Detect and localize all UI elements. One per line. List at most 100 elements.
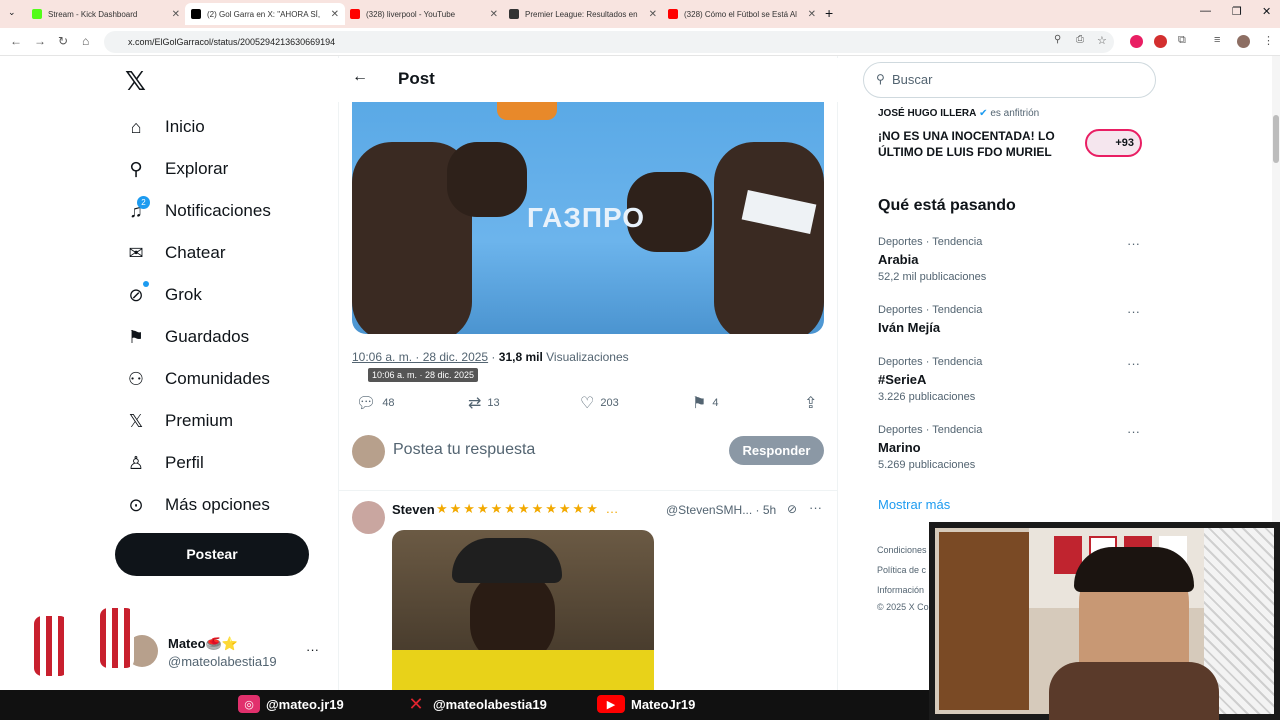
tab-x-post[interactable]: (2) Gol Garra en X: "AHORA SÍ, ✕: [185, 3, 345, 25]
reply-action[interactable]: 💬︎ 48: [356, 393, 395, 413]
sidebar-item-perfil[interactable]: ♙ Perfil: [125, 452, 204, 474]
tab-kick[interactable]: Stream - Kick Dashboard ✕: [26, 3, 186, 25]
restore-icon[interactable]: ❐: [1232, 5, 1242, 18]
minimize-icon[interactable]: —: [1200, 5, 1211, 17]
responder-button[interactable]: Responder: [729, 436, 824, 465]
trend-item[interactable]: Deportes · Tendencia #SerieA 3.226 publi…: [878, 356, 982, 403]
address-bar[interactable]: x.com/ElGolGarracol/status/2005294213630…: [104, 31, 1114, 53]
search-icon: ⚲: [876, 72, 885, 86]
sidebar-item-inicio[interactable]: ⌂ Inicio: [125, 116, 205, 138]
divider: [339, 490, 837, 491]
profile-avatar[interactable]: [1237, 35, 1250, 48]
star-icon[interactable]: ☆: [1097, 34, 1107, 47]
back-icon[interactable]: ←: [10, 34, 22, 48]
puzzle-icon[interactable]: ⧉: [1178, 34, 1186, 47]
close-tab-icon[interactable]: ✕: [490, 9, 498, 20]
trend-more-icon[interactable]: ···: [1127, 304, 1140, 319]
space-host-name: JOSÉ HUGO ILLERA: [878, 108, 977, 119]
opera-icon[interactable]: [1154, 35, 1167, 48]
sponsor-text: ГАЗПРО: [527, 202, 646, 233]
youtube-icon: [350, 9, 360, 19]
close-tab-icon[interactable]: ✕: [331, 9, 339, 20]
reply-input[interactable]: Postea tu respuesta: [393, 441, 535, 459]
reply-more-icon[interactable]: ···: [809, 500, 822, 515]
browser-toolbar: ← → ↻ ⌂ x.com/ElGolGarracol/status/20052…: [0, 28, 1280, 56]
sidebar-item-mas-opciones[interactable]: ⊙ Más opciones: [125, 494, 269, 516]
person-icon: ♙: [127, 452, 145, 473]
close-tab-icon[interactable]: ✕: [649, 9, 657, 20]
grok-reply-icon[interactable]: ⊘: [787, 502, 797, 516]
my-avatar: [352, 435, 385, 468]
sidebar-item-premium[interactable]: 𝕏 Premium: [125, 410, 233, 432]
repost-action[interactable]: ⇄ 13: [468, 393, 500, 413]
close-window-icon[interactable]: ✕: [1262, 5, 1271, 18]
zoom-icon[interactable]: ⚲: [1054, 34, 1061, 45]
post-timestamp[interactable]: 10:06 a. m. · 28 dic. 2025: [352, 350, 488, 364]
home-icon[interactable]: ⌂: [82, 34, 89, 48]
footer-link[interactable]: Información: [877, 585, 924, 595]
tab-youtube-liverpool[interactable]: (328) liverpool - YouTube ✕: [344, 3, 504, 25]
extension-icon[interactable]: [1130, 35, 1143, 48]
account-name[interactable]: Mateo🥌⭐: [168, 636, 238, 652]
trend-more-icon[interactable]: ···: [1127, 424, 1140, 439]
trend-item[interactable]: Deportes · Tendencia Iván Mejía: [878, 304, 982, 335]
like-action[interactable]: ♡ 203: [580, 393, 619, 413]
home-icon: ⌂: [130, 116, 142, 137]
install-icon[interactable]: ⎙: [1076, 34, 1084, 45]
trend-more-icon[interactable]: ···: [1127, 356, 1140, 371]
trend-count: 5.269 publicaciones: [878, 459, 976, 471]
space-host: JOSÉ HUGO ILLERA ✔ es anfitrión: [878, 108, 1039, 119]
search-input[interactable]: Buscar: [863, 62, 1156, 98]
account-more-icon[interactable]: ···: [306, 642, 319, 657]
trend-category: Deportes · Tendencia: [878, 424, 983, 436]
close-tab-icon[interactable]: ✕: [172, 9, 180, 20]
trend-more-icon[interactable]: ···: [1127, 236, 1140, 251]
forward-icon[interactable]: →: [34, 34, 46, 48]
menu-kebab-icon[interactable]: ⋮: [1263, 34, 1274, 47]
mail-icon: ✉: [128, 242, 144, 263]
sidebar-item-chatear[interactable]: ✉ Chatear: [125, 242, 225, 264]
views-count: 31,8 mil: [498, 350, 543, 364]
trend-category: Deportes · Tendencia: [878, 356, 983, 368]
x-logo-icon[interactable]: 𝕏: [125, 66, 146, 97]
youtube-handle: ▶ MateoJr19: [597, 695, 695, 713]
kick-icon: [32, 9, 42, 19]
sidebar-item-grok[interactable]: ⊘ Grok: [125, 284, 201, 306]
search-icon: ⚲: [129, 158, 143, 179]
sidebar-item-explorar[interactable]: ⚲ Explorar: [125, 158, 228, 180]
account-handle[interactable]: @mateolabestia19: [168, 654, 277, 669]
player-figure: [34, 616, 68, 676]
reply-photo[interactable]: [392, 530, 654, 690]
tab-premier-league[interactable]: Premier League: Resultados en ✕: [503, 3, 663, 25]
tab-youtube-futbol[interactable]: (328) Cómo el Fútbol se Está Al ✕: [662, 3, 822, 25]
cap-shape: [452, 538, 562, 583]
grok-icon: ⊘: [128, 284, 144, 305]
reply-avatar[interactable]: [352, 501, 385, 534]
space-title[interactable]: ¡NO ES UNA INOCENTADA! LO ÚLTIMO DE LUIS…: [878, 128, 1078, 160]
reading-list-icon[interactable]: ≡: [1214, 34, 1220, 46]
back-arrow-icon[interactable]: ←: [352, 68, 368, 86]
reload-icon[interactable]: ↻: [58, 34, 68, 48]
players-overlay-image: [20, 598, 160, 698]
timestamp-tooltip: 10:06 a. m. · 28 dic. 2025: [368, 368, 479, 382]
close-tab-icon[interactable]: ✕: [808, 9, 816, 20]
footer-link[interactable]: Política de c: [877, 565, 926, 575]
post-photo[interactable]: ГАЗПРО: [352, 102, 824, 334]
reply-author-name[interactable]: Steven: [392, 502, 435, 517]
trend-item[interactable]: Deportes · Tendencia Arabia 52,2 mil pub…: [878, 236, 986, 283]
sidebar-item-guardados[interactable]: ⚑ Guardados: [125, 326, 249, 348]
space-listener-count[interactable]: +93: [1085, 129, 1142, 157]
footer-link[interactable]: Condiciones: [877, 545, 927, 555]
trend-item[interactable]: Deportes · Tendencia Marino 5.269 public…: [878, 424, 982, 471]
new-tab-icon[interactable]: +: [825, 5, 833, 21]
scrollbar-thumb[interactable]: [1273, 115, 1279, 163]
tab-search-chevron-icon[interactable]: ⌄: [8, 7, 16, 18]
show-more-link[interactable]: Mostrar más: [878, 497, 950, 512]
sidebar-item-comunidades[interactable]: ⚇ Comunidades: [125, 368, 270, 390]
postear-button[interactable]: Postear: [115, 533, 309, 576]
x-icon: 𝕏: [128, 410, 144, 431]
reply-author-handle[interactable]: @StevenSMH... · 5h: [666, 503, 776, 517]
share-action[interactable]: ⇪: [804, 393, 817, 413]
reply-author-stars: ★★★★★★★★★★★★ …: [436, 501, 621, 516]
bookmark-action[interactable]: ⚑ 4: [692, 393, 718, 413]
